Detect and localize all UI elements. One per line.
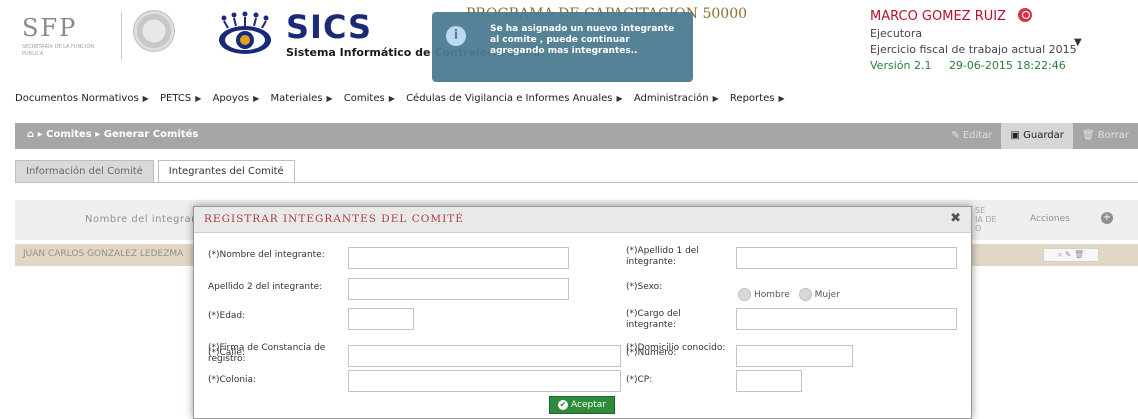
toolbar-actions: ✎ Editar ▣ Guardar 🗑 Borrar xyxy=(942,123,1138,149)
menu-item-administracion[interactable]: Administración xyxy=(634,93,709,104)
chevron-right-icon: ▶ xyxy=(142,94,149,103)
header-divider xyxy=(121,12,122,60)
nombre-input[interactable] xyxy=(348,247,569,269)
chevron-right-icon: ▶ xyxy=(195,94,202,103)
menu-item-materiales[interactable]: Materiales xyxy=(270,93,322,104)
breadcrumb-current: Generar Comités xyxy=(103,129,199,140)
datetime-label: 29-06-2015 18:22:46 xyxy=(948,59,1066,72)
version-label: Versión 2.1 xyxy=(870,59,932,72)
menu-item-apoyos[interactable]: Apoyos xyxy=(213,93,250,104)
chevron-right-icon: ▸ xyxy=(37,129,47,140)
sexo-radio-group: Hombre Mujer xyxy=(738,288,846,301)
menu-item-reportes[interactable]: Reportes xyxy=(730,93,775,104)
tab-integrantes[interactable]: Integrantes del Comité xyxy=(157,160,295,182)
app-title: SICS xyxy=(286,8,373,46)
sfp-logo: SFP SECRETARÍA DE LA FUNCIÓN PÚBLICA xyxy=(22,14,112,62)
notification-toast[interactable]: i Se ha asignado un nuevo integrante al … xyxy=(432,12,693,82)
nombre-label: (*)Nombre del integrante: xyxy=(208,250,325,260)
delete-label: Borrar xyxy=(1097,130,1129,141)
delete-button[interactable]: 🗑 Borrar xyxy=(1073,123,1138,149)
save-label: Guardar xyxy=(1023,130,1064,141)
colonia-input[interactable] xyxy=(348,370,621,392)
main-menu: Documentos Normativos ▶ PETCS ▶ Apoyos ▶ Ma… xyxy=(15,93,793,111)
app-root: SFP SECRETARÍA DE LA FUNCIÓN PÚBLICA SIC… xyxy=(0,0,1138,419)
close-icon[interactable]: ✖ xyxy=(950,211,961,226)
sfp-logo-subtext: SECRETARÍA DE LA FUNCIÓN PÚBLICA xyxy=(22,44,94,57)
cargo-label: (*)Cargo del integrante: xyxy=(626,309,681,330)
edad-input[interactable] xyxy=(348,308,414,330)
colonia-label: (*)Colonia: xyxy=(208,375,257,385)
cargo-input[interactable] xyxy=(736,308,957,330)
apellido2-input[interactable] xyxy=(348,278,569,300)
chevron-right-icon: ▶ xyxy=(326,94,333,103)
chevron-right-icon: ▸ xyxy=(95,129,104,140)
sexo-mujer-radio[interactable] xyxy=(798,288,812,301)
tab-informacion[interactable]: Información del Comité xyxy=(15,160,154,182)
national-seal-icon xyxy=(133,10,175,52)
chevron-right-icon: ▶ xyxy=(253,94,260,103)
cp-input[interactable] xyxy=(736,370,802,392)
version-info: Versión 2.1 29-06-2015 18:22:46 xyxy=(870,59,1066,72)
register-members-dialog: Registrar integrantes del comité ✖ (*)No… xyxy=(193,206,972,419)
home-icon[interactable]: ⌂ xyxy=(27,129,34,140)
fiscal-year: Ejercicio fiscal de trabajo actual 2015 xyxy=(870,43,1077,56)
chevron-right-icon: ▶ xyxy=(616,94,623,103)
chevron-right-icon: ▶ xyxy=(778,94,785,103)
sexo-label: (*)Sexo: xyxy=(626,282,663,292)
sexo-hombre-radio[interactable] xyxy=(738,288,751,301)
user-name[interactable]: MARCO GOMEZ RUIZ xyxy=(870,9,1006,24)
edit-button[interactable]: ✎ Editar xyxy=(942,123,1001,149)
numero-input[interactable] xyxy=(736,345,853,367)
mujer-label: Mujer xyxy=(814,289,840,300)
chevron-right-icon: ▶ xyxy=(388,94,395,103)
save-button[interactable]: ▣ Guardar xyxy=(1001,123,1073,149)
pencil-icon: ✎ xyxy=(951,130,963,141)
sfp-logo-text: SFP xyxy=(22,14,78,42)
edit-label: Editar xyxy=(962,130,993,141)
sics-eye-logo-icon xyxy=(219,11,271,54)
apellido1-input[interactable] xyxy=(736,247,957,269)
menu-item-petcs[interactable]: PETCS xyxy=(160,93,191,104)
check-icon: ✔ xyxy=(558,399,569,410)
menu-item-comites[interactable]: Comites xyxy=(344,93,385,104)
menu-item-documentos[interactable]: Documentos Normativos xyxy=(15,93,139,104)
user-menu-caret-icon[interactable]: ▼ xyxy=(1074,37,1082,48)
toast-message: Se ha asignado un nuevo integrante al co… xyxy=(490,24,675,56)
accept-button[interactable]: ✔ Aceptar xyxy=(549,396,615,414)
calle-input[interactable] xyxy=(348,345,621,367)
calle-label: (*)Calle: xyxy=(208,348,245,358)
edad-label: (*)Edad: xyxy=(208,311,246,321)
dialog-titlebar: Registrar integrantes del comité ✖ xyxy=(194,207,971,233)
trash-icon: 🗑 xyxy=(1081,130,1098,141)
user-role: Ejecutora xyxy=(870,27,923,40)
hombre-label: Hombre xyxy=(754,289,790,300)
breadcrumb-comites[interactable]: Comites xyxy=(46,129,92,140)
menu-item-cedulas[interactable]: Cédulas de Vigilancia e Informes Anuales xyxy=(406,93,612,104)
info-icon: i xyxy=(446,26,466,46)
breadcrumb-bar: ⌂ ▸ Comites ▸ Generar Comités ✎ Editar ▣… xyxy=(15,123,1138,149)
breadcrumb: ⌂ ▸ Comites ▸ Generar Comités xyxy=(27,129,198,140)
logout-power-icon[interactable] xyxy=(1018,8,1032,22)
tab-strip: Información del Comité Integrantes del C… xyxy=(15,160,299,182)
cp-label: (*)CP: xyxy=(626,375,653,385)
apellido1-label: (*)Apellido 1 del integrante: xyxy=(626,246,699,267)
accept-label: Aceptar xyxy=(571,400,606,410)
apellido2-label: Apellido 2 del integrante: xyxy=(208,282,323,292)
dialog-title: Registrar integrantes del comité xyxy=(204,213,464,225)
chevron-right-icon: ▶ xyxy=(712,94,719,103)
numero-label: (*)Numero: xyxy=(626,348,677,358)
save-icon: ▣ xyxy=(1010,130,1024,141)
